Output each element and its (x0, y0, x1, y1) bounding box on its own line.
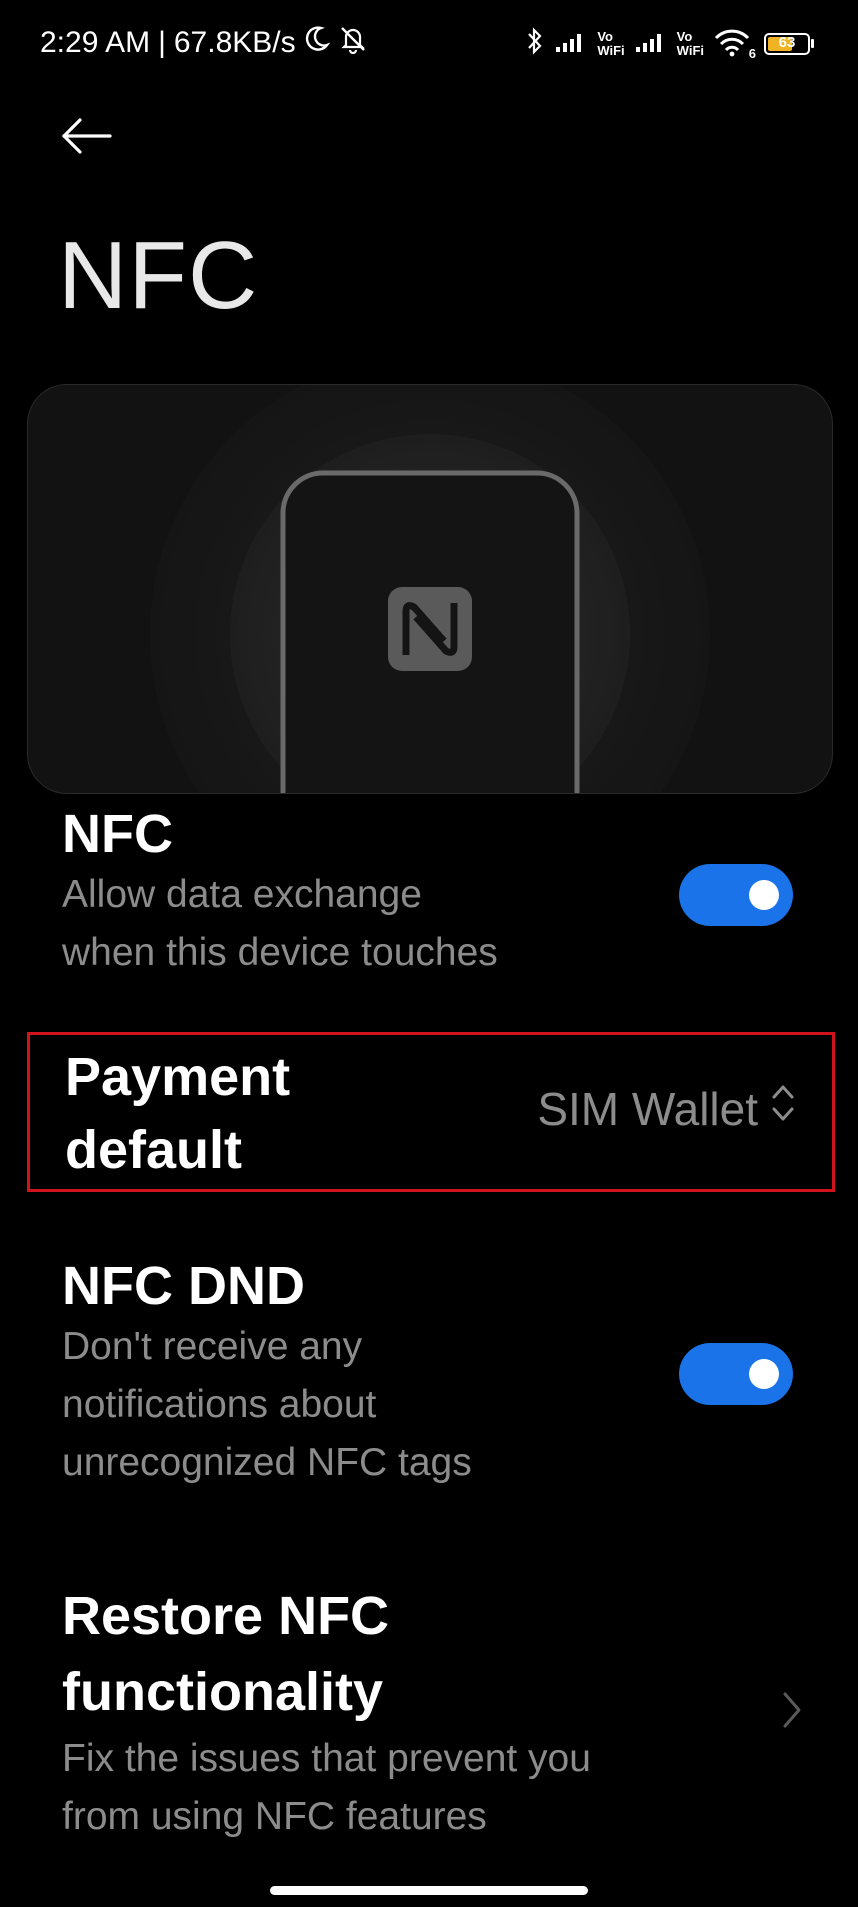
payment-default-title-2: default (65, 1120, 243, 1180)
nfc-dnd-title: NFC DND (62, 1256, 305, 1316)
nfc-dnd-desc-1: Don't receive any (62, 1325, 363, 1368)
nfc-toggle[interactable] (679, 864, 793, 926)
bluetooth-icon (525, 26, 545, 61)
status-left: 2:29 AM | 67.8KB/s (40, 24, 368, 62)
payment-default-value[interactable]: SIM Wallet (537, 1081, 796, 1136)
nfc-setting-desc-2: when this device touches (62, 931, 498, 974)
payment-default-title-1: Payment (65, 1047, 291, 1107)
vowifi-bottom: WiFi (597, 42, 625, 58)
nfc-n-mark-icon (386, 585, 474, 678)
status-bar: 2:29 AM | 67.8KB/s Vo WiFi Vo WiFi 6 63 (0, 0, 858, 88)
nfc-dnd-desc-3: unrecognized NFC tags (62, 1441, 472, 1484)
moon-icon (304, 25, 330, 61)
wifi-label: 6 (748, 45, 756, 61)
nfc-dnd-toggle[interactable] (679, 1343, 793, 1405)
battery-icon: 63 (764, 32, 814, 55)
bell-off-icon (338, 24, 368, 62)
back-button[interactable] (58, 108, 124, 164)
wifi-icon: 6 (714, 29, 756, 61)
restore-nfc-desc-2: from using NFC features (62, 1795, 487, 1838)
restore-nfc-desc-1: Fix the issues that prevent you (62, 1737, 591, 1780)
nfc-toggle-knob (749, 880, 779, 910)
nfc-setting: NFC Allow data exchange when this device… (62, 802, 498, 982)
vowifi-badge: Vo WiFi (597, 28, 625, 58)
payment-default-title: Payment default (65, 1041, 365, 1187)
status-separator: | (158, 26, 166, 59)
restore-nfc-title-1: Restore NFC (62, 1586, 390, 1646)
vowifi-top: Vo (597, 28, 613, 44)
chevron-right-icon (780, 1690, 804, 1730)
nfc-setting-desc-1: Allow data exchange (62, 873, 422, 916)
home-indicator[interactable] (270, 1886, 588, 1895)
clock: 2:29 AM (40, 26, 151, 59)
payment-default-row[interactable]: Payment default SIM Wallet (27, 1032, 835, 1192)
restore-nfc-title-2: functionality (62, 1662, 383, 1722)
nfc-dnd-setting: NFC DND Don't receive any notifications … (62, 1254, 472, 1492)
restore-nfc-setting[interactable]: Restore NFC functionality Fix the issues… (62, 1578, 782, 1846)
nfc-dnd-desc-2: notifications about (62, 1383, 377, 1426)
nfc-setting-title: NFC (62, 804, 173, 864)
nfc-illustration (27, 384, 833, 794)
status-right: Vo WiFi Vo WiFi 6 63 (525, 26, 814, 61)
page-title: NFC (58, 222, 259, 329)
vowifi-bottom-2: WiFi (676, 42, 704, 58)
nfc-dnd-toggle-knob (749, 1359, 779, 1389)
vowifi-top-2: Vo (676, 28, 693, 44)
vowifi-badge-2: Vo WiFi (676, 28, 704, 58)
payment-default-value-text: SIM Wallet (537, 1082, 758, 1135)
signal-icon (555, 29, 587, 58)
arrow-left-icon (58, 118, 118, 162)
signal-icon-2 (635, 29, 667, 58)
network-speed: 67.8KB/s (173, 26, 296, 59)
updown-chevron-icon (770, 1081, 796, 1136)
battery-level: 63 (778, 33, 796, 51)
